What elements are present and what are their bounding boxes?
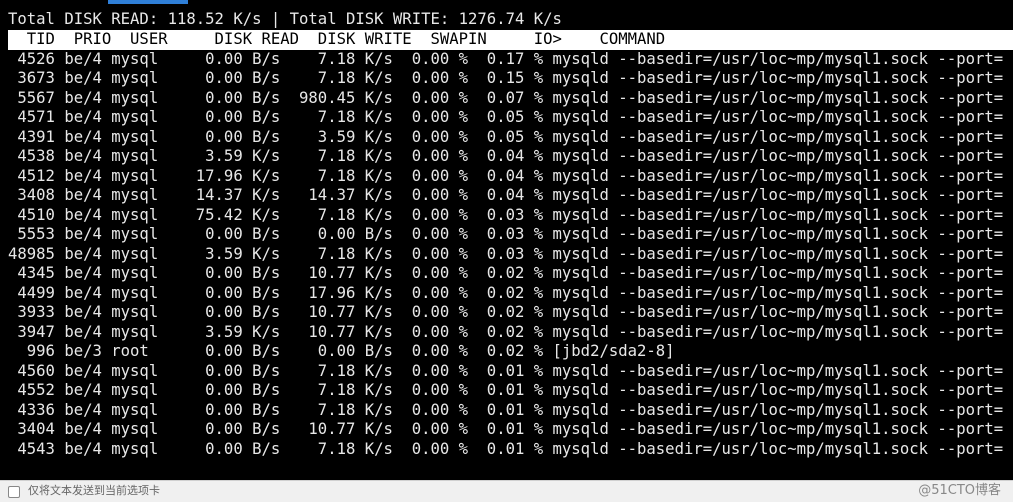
process-row: 4336 be/4 mysql 0.00 B/s 7.18 K/s 0.00 %… [8,400,1004,419]
process-row: 5553 be/4 mysql 0.00 B/s 0.00 B/s 0.00 %… [8,225,1004,243]
process-row: 48985 be/4 mysql 3.59 K/s 7.18 K/s 0.00 … [8,244,1004,263]
process-row: 3947 be/4 mysql 3.59 K/s 10.77 K/s 0.00 … [8,322,1004,341]
watermark: @51CTO博客 [918,483,1001,498]
process-row: 3404 be/4 mysql 0.00 B/s 10.77 K/s 0.00 … [8,420,1004,438]
send-to-current-tab-label[interactable]: 仅将文本发送到当前选项卡 [28,484,160,498]
tab-strip [0,0,1013,6]
process-row: 5567 be/4 mysql 0.00 B/s 980.45 K/s 0.00… [8,88,1004,107]
process-row: 4538 be/4 mysql 3.59 K/s 7.18 K/s 0.00 %… [8,147,1004,165]
process-row: 4345 be/4 mysql 0.00 B/s 10.77 K/s 0.00 … [8,264,1004,282]
process-row: 4499 be/4 mysql 0.00 B/s 17.96 K/s 0.00 … [8,283,1004,302]
process-row: 4510 be/4 mysql 75.42 K/s 7.18 K/s 0.00 … [8,205,1004,224]
status-bar: 仅将文本发送到当前选项卡 @51CTO博客 [0,480,1013,502]
process-row: 4543 be/4 mysql 0.00 B/s 7.18 K/s 0.00 %… [8,439,1004,458]
process-row: 4560 be/4 mysql 0.00 B/s 7.18 K/s 0.00 %… [8,361,1004,380]
process-row: 4512 be/4 mysql 17.96 K/s 7.18 K/s 0.00 … [8,166,1004,185]
process-row: 4526 be/4 mysql 0.00 B/s 7.18 K/s 0.00 %… [8,49,1004,68]
process-row: 3408 be/4 mysql 14.37 K/s 14.37 K/s 0.00… [8,186,1004,204]
terminal-window[interactable]: Total DISK READ: 118.52 K/s | Total DISK… [0,0,1013,480]
process-row: 996 be/3 root 0.00 B/s 0.00 B/s 0.00 % 0… [8,342,675,360]
process-row: 3933 be/4 mysql 0.00 B/s 10.77 K/s 0.00 … [8,303,1004,321]
process-row: 3673 be/4 mysql 0.00 B/s 7.18 K/s 0.00 %… [8,69,1004,87]
process-row: 4552 be/4 mysql 0.00 B/s 7.18 K/s 0.00 %… [8,381,1004,399]
process-row: 4391 be/4 mysql 0.00 B/s 3.59 K/s 0.00 %… [8,127,1004,146]
active-tab-indicator [108,0,188,4]
column-header: TID PRIO USER DISK READ DISK WRITE SWAPI… [8,30,666,48]
disk-summary-line: Total DISK READ: 118.52 K/s | Total DISK… [8,10,562,28]
send-icon[interactable] [8,486,20,498]
process-row: 4571 be/4 mysql 0.00 B/s 7.18 K/s 0.00 %… [8,108,1004,126]
